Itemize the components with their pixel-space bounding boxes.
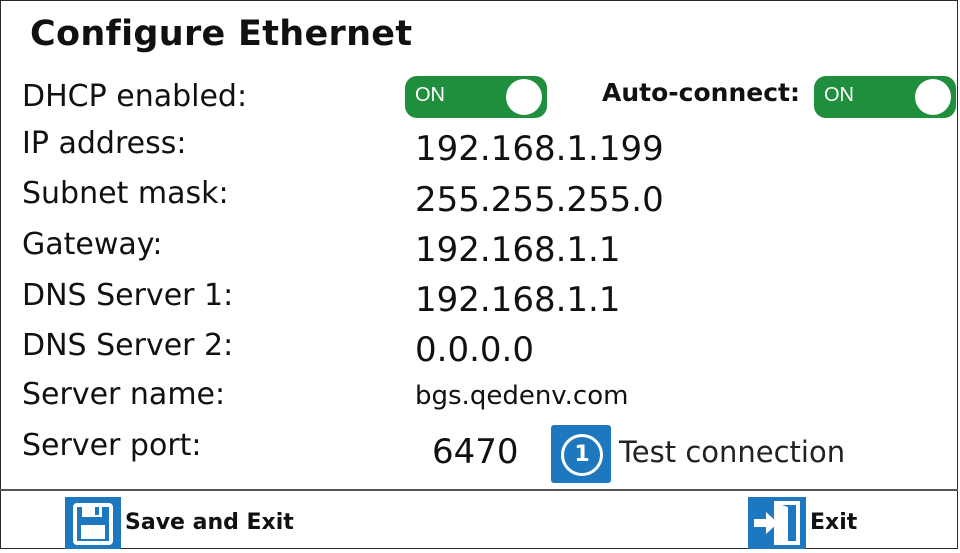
- exit-button[interactable]: Exit: [748, 493, 868, 549]
- info-number-icon: 1: [551, 425, 611, 483]
- save-and-exit-button[interactable]: Save and Exit: [65, 493, 305, 549]
- dns-server-2-label: DNS Server 2:: [22, 328, 234, 363]
- floppy-disk-icon: [65, 497, 121, 549]
- gateway-value[interactable]: 192.168.1.1: [415, 231, 620, 269]
- subnet-mask-label: Subnet mask:: [22, 176, 229, 211]
- server-name-label: Server name:: [22, 377, 226, 412]
- test-connection-button[interactable]: 1 Test connection: [551, 425, 846, 483]
- footer-divider: [0, 489, 958, 491]
- auto-connect-toggle-knob: [915, 79, 951, 115]
- dhcp-label: DHCP enabled:: [22, 79, 248, 114]
- dns-server-1-label: DNS Server 1:: [22, 278, 234, 313]
- gateway-label: Gateway:: [22, 227, 163, 262]
- ip-address-value[interactable]: 192.168.1.199: [415, 130, 664, 168]
- dhcp-toggle[interactable]: ON: [405, 76, 547, 118]
- auto-connect-toggle[interactable]: ON: [814, 76, 956, 118]
- server-port-value[interactable]: 6470: [432, 433, 519, 471]
- dns-server-1-value[interactable]: 192.168.1.1: [415, 281, 620, 319]
- save-and-exit-label: Save and Exit: [125, 510, 294, 535]
- dhcp-toggle-state: ON: [415, 84, 445, 106]
- dhcp-toggle-knob: [506, 79, 542, 115]
- dns-server-2-value[interactable]: 0.0.0.0: [415, 331, 534, 369]
- page-title: Configure Ethernet: [30, 14, 413, 54]
- door-exit-icon: [748, 497, 806, 549]
- exit-label: Exit: [810, 510, 858, 535]
- test-connection-number: 1: [561, 434, 603, 476]
- auto-connect-toggle-state: ON: [824, 84, 854, 106]
- server-name-value[interactable]: bgs.qedenv.com: [415, 377, 628, 415]
- auto-connect-label: Auto-connect:: [602, 78, 800, 107]
- test-connection-label: Test connection: [619, 435, 846, 469]
- subnet-mask-value[interactable]: 255.255.255.0: [415, 181, 664, 219]
- server-port-label: Server port:: [22, 428, 202, 463]
- ip-address-label: IP address:: [22, 126, 187, 161]
